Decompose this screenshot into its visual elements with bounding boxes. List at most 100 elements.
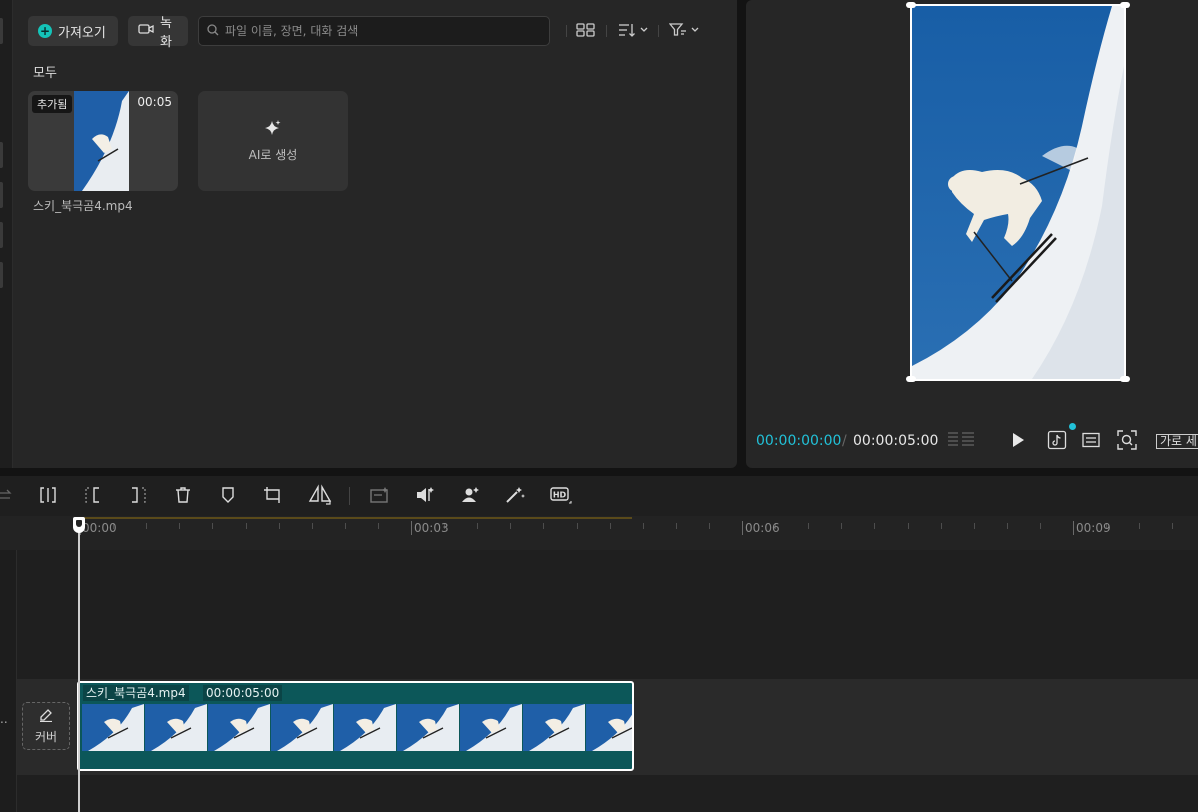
- video-preview[interactable]: [910, 4, 1126, 381]
- ruler-tick: [874, 523, 875, 529]
- crop-handle[interactable]: [1120, 2, 1130, 8]
- current-time: 00:00:00:00: [756, 433, 842, 449]
- strip-tab[interactable]: [0, 142, 3, 168]
- media-duration: 00:05: [137, 95, 172, 109]
- crop-handle[interactable]: [906, 376, 916, 382]
- waveform-button[interactable]: [946, 430, 976, 452]
- playhead[interactable]: [78, 517, 80, 812]
- time-separator: /: [842, 433, 847, 449]
- clip-frame: [460, 704, 522, 751]
- sort-button[interactable]: [618, 21, 650, 41]
- crop-handle[interactable]: [906, 2, 916, 8]
- grid-view-icon: [576, 22, 596, 40]
- import-label: 가져오기: [58, 25, 106, 41]
- added-badge: 추가됨: [32, 95, 73, 113]
- marker-icon: [221, 486, 235, 506]
- edit-icon: [39, 708, 53, 725]
- clip-frame: [397, 704, 459, 751]
- ruler-tick: [577, 523, 578, 529]
- hd-icon: HD: [550, 486, 572, 507]
- sparkle-icon: [264, 119, 282, 140]
- strip-tab[interactable]: [0, 182, 3, 208]
- strip-tab[interactable]: [0, 222, 3, 248]
- sort-icon: [618, 23, 650, 40]
- delete-icon: [175, 486, 191, 506]
- undo-icon: [0, 488, 14, 505]
- undo-button[interactable]: [0, 485, 16, 507]
- ai-image-icon: [370, 486, 390, 507]
- media-thumbnail[interactable]: 추가됨 00:05: [28, 91, 178, 191]
- ruler-label: 00:03: [414, 521, 449, 535]
- divider: [658, 25, 659, 37]
- import-button[interactable]: + 가져오기: [28, 16, 118, 46]
- time-ruler[interactable]: [0, 516, 1198, 550]
- ruler-tick: [543, 523, 544, 529]
- strip-tab[interactable]: [0, 18, 3, 44]
- crop-button[interactable]: [263, 485, 283, 507]
- record-button[interactable]: 녹화: [128, 16, 188, 50]
- split-icon: [39, 486, 57, 506]
- split-button[interactable]: [38, 485, 58, 507]
- ruler-tick: [345, 523, 346, 529]
- divider: [349, 487, 350, 505]
- left-side-strip: [0, 0, 13, 468]
- filter-button[interactable]: [668, 21, 701, 41]
- search-icon: [207, 23, 219, 39]
- crop-handle[interactable]: [1120, 376, 1130, 382]
- grid-view-button[interactable]: [576, 21, 596, 41]
- search-box[interactable]: [198, 16, 550, 46]
- plus-icon: +: [38, 24, 52, 38]
- ruler-tick: [643, 523, 644, 529]
- split-right-button[interactable]: [128, 485, 148, 507]
- tiktok-button[interactable]: [1046, 430, 1068, 452]
- notification-dot: [1069, 423, 1076, 430]
- record-label: 녹화: [160, 16, 172, 50]
- remove-bg-button[interactable]: [460, 485, 480, 507]
- media-panel: + 가져오기 녹화 모두: [13, 0, 737, 468]
- svg-text:HD: HD: [553, 490, 567, 499]
- ruler-label: 00:06: [745, 521, 780, 535]
- clip-frame: [523, 704, 585, 751]
- magic-button[interactable]: [505, 485, 525, 507]
- audio-split-button[interactable]: [415, 485, 435, 507]
- ruler-tick: [742, 521, 743, 535]
- clip-frame: [82, 704, 144, 751]
- ruler-tick: [610, 523, 611, 529]
- divider: [566, 25, 567, 37]
- play-button[interactable]: [1008, 430, 1028, 452]
- split-left-button[interactable]: [83, 485, 103, 507]
- split-left-icon: [84, 486, 102, 506]
- marker-button[interactable]: [218, 485, 238, 507]
- crop-icon: [263, 486, 283, 507]
- ruler-tick: [378, 523, 379, 529]
- ruler-tick: [709, 523, 710, 529]
- ai-generate-card[interactable]: AI로 생성: [198, 91, 348, 191]
- ruler-tick: [1040, 523, 1041, 529]
- hd-button[interactable]: HD: [550, 485, 572, 507]
- strip-tab[interactable]: [0, 262, 3, 288]
- ai-generate-label: AI로 생성: [248, 148, 298, 162]
- clip-frame: [208, 704, 270, 751]
- ruler-tick: [974, 523, 975, 529]
- filter-icon: [668, 22, 701, 40]
- subtitle-button[interactable]: [1080, 430, 1102, 452]
- thumbnail-image: [74, 91, 129, 191]
- search-input[interactable]: [225, 24, 525, 38]
- total-time: 00:00:05:00: [853, 433, 939, 449]
- delete-button[interactable]: [173, 485, 193, 507]
- ruler-tick: [1007, 523, 1008, 529]
- aspect-ratio-button[interactable]: 가로 세: [1156, 434, 1198, 449]
- clip-duration: 00:00:05:00: [203, 685, 283, 701]
- video-clip[interactable]: 스키_북극곰4.mp4 00:00:05:00: [77, 681, 634, 771]
- playhead-handle[interactable]: [73, 517, 85, 533]
- ruler-tick: [808, 523, 809, 529]
- clip-frames: [82, 704, 632, 751]
- zoom-fit-button[interactable]: [1115, 429, 1139, 452]
- ruler-tick: [179, 523, 180, 529]
- mirror-button[interactable]: [308, 483, 332, 507]
- ai-image-button[interactable]: [370, 485, 390, 507]
- track-menu-dots[interactable]: ..: [0, 712, 8, 726]
- clip-frame: [271, 704, 333, 751]
- ruler-tick: [1139, 523, 1140, 529]
- cover-button[interactable]: 커버: [22, 702, 70, 750]
